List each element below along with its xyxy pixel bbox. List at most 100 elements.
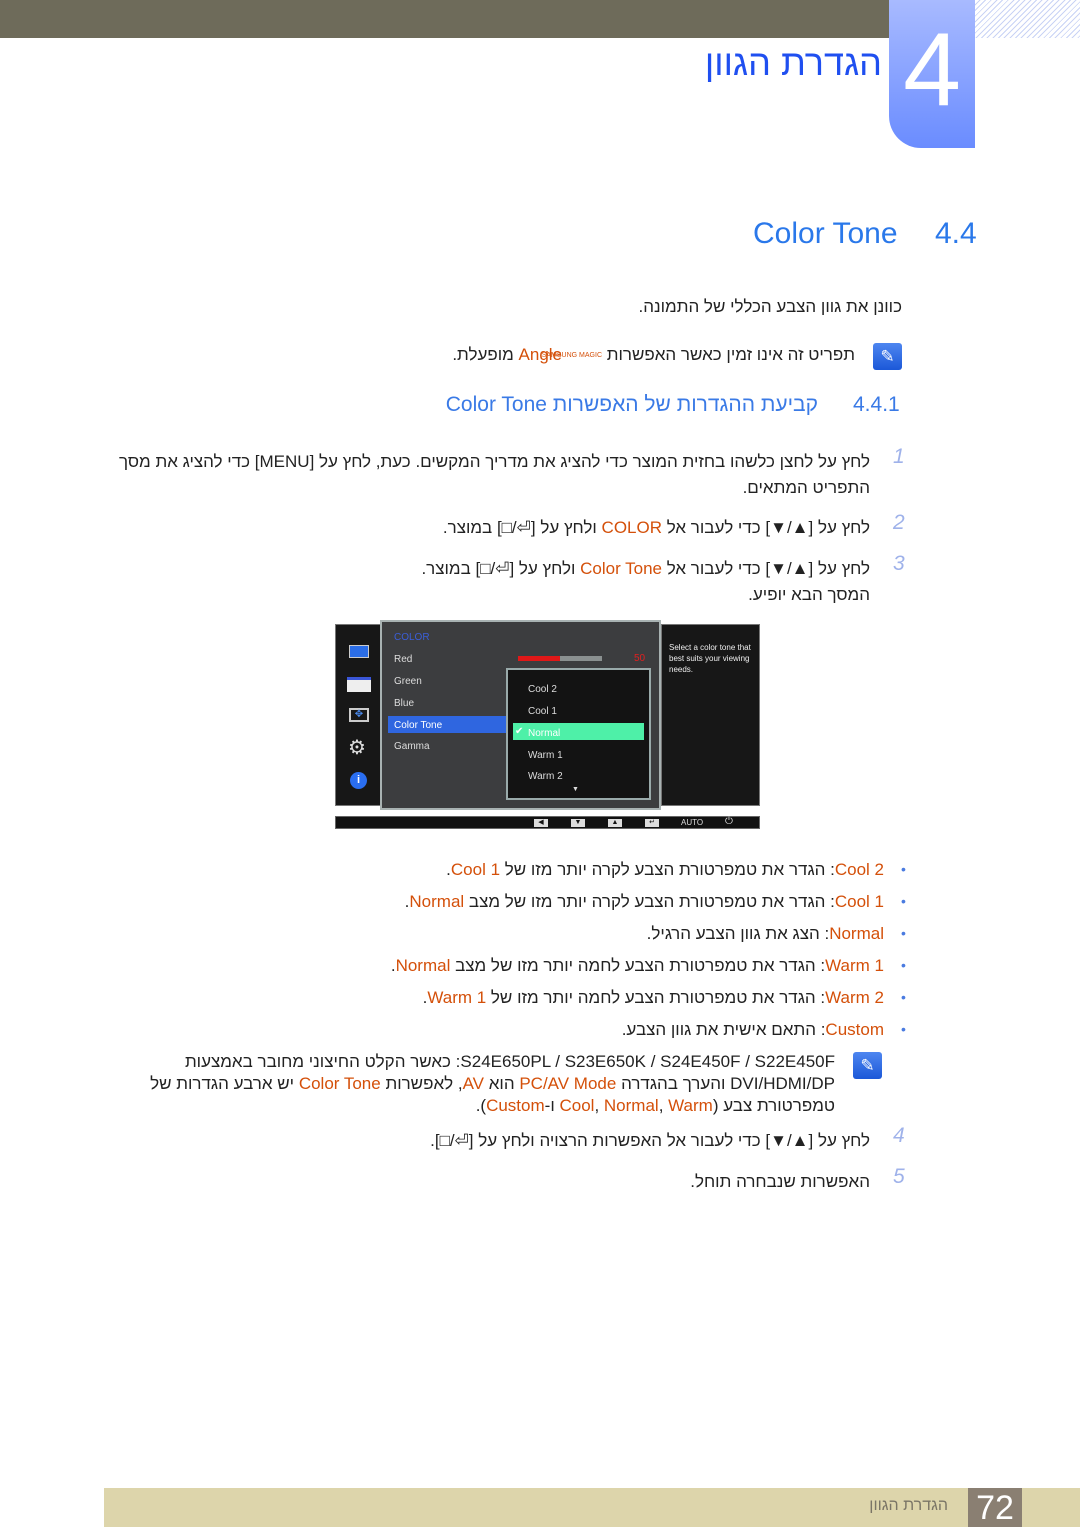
- text-segment: : הגדר את טמפרטורת הצבע לקרה יותר מזו של…: [464, 892, 835, 911]
- text-segment: תפריט זה אינו זמין כאשר האפשרות: [602, 345, 855, 364]
- osd-menu-title: COLOR: [394, 632, 430, 643]
- note-text: DVI/HDMI/DP והערך בהגדרה PC/AV Mode הוא …: [150, 1073, 835, 1095]
- step-number: 1: [893, 445, 905, 468]
- bullet-icon: •: [901, 893, 906, 909]
- step-number: 3: [893, 552, 905, 575]
- text-segment: ).: [475, 1096, 487, 1115]
- magic-logo: SAMSUNG MAGIC: [541, 352, 603, 360]
- down-key-icon: ▼: [571, 819, 585, 827]
- highlight-term: Warm: [668, 1096, 713, 1115]
- text-segment: : הגדר את טמפרטורת הצבע לחמה יותר מזו של: [486, 988, 826, 1007]
- text-segment: ,: [658, 1096, 669, 1115]
- osd-item-gamma: Gamma: [394, 741, 430, 752]
- option-cool-2: Cool 2: [528, 684, 557, 695]
- text-segment: : התאם אישית את גוון הצבע.: [621, 1020, 826, 1039]
- option-warm-2: Warm 2: [528, 771, 563, 782]
- highlight-term: Cool 1: [834, 892, 884, 911]
- list-item: Cool 2: הגדר את טמפרטורת הצבע לקרה יותר …: [446, 859, 884, 881]
- red-value: 50: [634, 653, 646, 664]
- step-text: המסך הבא יופיע.: [748, 584, 870, 606]
- highlight-term: Custom: [825, 1020, 884, 1039]
- note-icon: ✎: [853, 1052, 882, 1079]
- note-icon: ✎: [873, 343, 902, 370]
- text-segment: מופעלת.: [452, 345, 519, 364]
- gear-icon: ⚙: [348, 737, 366, 759]
- step-number: 4: [893, 1124, 905, 1147]
- osd-screenshot: ✥ ⚙ i COLOR Red Green Blue Color Tone Ga…: [335, 620, 760, 830]
- text-segment: : הגדר את טמפרטורת הצבע לחמה יותר מזו של…: [450, 956, 826, 975]
- highlight-term: AV: [462, 1074, 485, 1093]
- highlight-term: Warm 2: [825, 988, 884, 1007]
- page-number: 72: [968, 1488, 1022, 1527]
- option-normal: Normal: [528, 728, 561, 739]
- highlight-term: Normal: [829, 924, 884, 943]
- text-segment: לחץ על לחצן כלשהו בחזית המוצר כדי להציג …: [118, 452, 870, 471]
- step-text: התפריט המתאים.: [743, 477, 870, 499]
- text-segment: ולחץ על [⏎/□] במוצר.: [421, 559, 581, 578]
- note-text: S24E650PL / S23E650K / S24E450F / S22E45…: [185, 1051, 835, 1073]
- list-item: Warm 1: הגדר את טמפרטורת הצבע לחמה יותר …: [391, 955, 884, 977]
- footer-chapter-label: הגדרת הגוון: [869, 1497, 948, 1514]
- section-number: 4.4: [935, 217, 977, 250]
- list-item: Custom: התאם אישית את גוון הצבע.: [622, 1019, 884, 1041]
- text-segment: DVI/HDMI/DP והערך בהגדרה: [616, 1074, 835, 1093]
- hatch-decoration: [975, 0, 1080, 38]
- option-cool-1: Cool 1: [528, 706, 557, 717]
- monitor-icon: [349, 645, 369, 658]
- highlight-term: Cool 2: [834, 860, 884, 879]
- option-warm-1: Warm 1: [528, 750, 563, 761]
- text-segment: ולחץ על [⏎/□] במוצר.: [442, 518, 602, 537]
- subsection-number: 4.4.1: [853, 393, 900, 416]
- osd-item-red: Red: [394, 654, 413, 665]
- bullet-icon: •: [901, 1021, 906, 1037]
- list-item: Warm 2: הגדר את טמפרטורת הצבע לחמה יותר …: [423, 987, 884, 1009]
- chapter-title: הגדרת הגוון: [704, 42, 882, 83]
- up-key-icon: ▲: [608, 819, 622, 827]
- text-segment: טמפרטורת צבע (: [712, 1096, 835, 1115]
- step-number: 5: [893, 1165, 905, 1188]
- highlight-term: Normal: [603, 1096, 659, 1115]
- osd-item-green: Green: [394, 676, 422, 687]
- highlight-term: Cool 1: [450, 860, 501, 879]
- chapter-number: 4: [889, 0, 975, 148]
- osd-button-bar: ◀ ▼ ▲ ↵ AUTO ⏻: [335, 816, 760, 829]
- bullet-icon: •: [901, 925, 906, 941]
- note-text: תפריט זה אינו זמין כאשר האפשרות SAMSUNG …: [452, 344, 855, 366]
- highlight-term: Color Tone: [580, 559, 663, 578]
- left-key-icon: ◀: [534, 819, 548, 827]
- highlight-term: Cool: [559, 1096, 595, 1115]
- auto-key: AUTO: [681, 818, 704, 827]
- step-text: לחץ על לחצן כלשהו בחזית המוצר כדי להציג …: [119, 451, 870, 473]
- highlight-term: Normal: [409, 892, 465, 911]
- section-title: Color Tone: [753, 217, 898, 250]
- text-segment: לחץ על [▲/▼] כדי לעבור אל: [662, 518, 870, 537]
- text-segment: לחץ על [▲/▼] כדי לעבור אל האפשרות הרצויה…: [430, 1131, 870, 1150]
- color-tone-dropdown: Cool 2 Cool 1 ✔ Normal Warm 1 Warm 2 ▼: [506, 668, 651, 800]
- red-slider: [518, 656, 602, 661]
- power-icon: ⏻: [725, 816, 733, 827]
- highlight-term: Normal: [395, 956, 451, 975]
- highlight-term: Warm 1: [825, 956, 884, 975]
- text-segment: S24E650PL / S23E650K / S24E450F / S22E45…: [184, 1052, 835, 1071]
- note-text: טמפרטורת צבע (Cool, Normal, Warm ו-Custo…: [476, 1095, 835, 1117]
- text-segment: , לאפשרות: [380, 1074, 463, 1093]
- intro-text: כוונן את גוון הצבע הכללי של התמונה.: [638, 297, 902, 316]
- top-bar: [0, 0, 889, 38]
- step-text: לחץ על [▲/▼] כדי לעבור אל Color Tone ולח…: [421, 558, 870, 580]
- highlight-term: Custom: [486, 1096, 545, 1115]
- bullet-icon: •: [901, 957, 906, 973]
- highlight-term: COLOR: [601, 518, 663, 537]
- info-icon: i: [350, 772, 367, 789]
- text-segment: האפשרות שנבחרה תוחל.: [690, 1172, 870, 1191]
- text-segment: ,: [594, 1096, 604, 1115]
- text-segment: המסך הבא יופיע.: [748, 585, 870, 604]
- list-item: Cool 1: הגדר את טמפרטורת הצבע לקרה יותר …: [405, 891, 884, 913]
- osd-help-text: Select a color tone that best suits your…: [661, 624, 760, 806]
- text-segment: יש ארבע הגדרות של: [150, 1074, 299, 1093]
- list-item: Normal: הצג את גוון הצבע הרגיל.: [647, 923, 884, 945]
- osd-item-blue: Blue: [394, 698, 415, 709]
- enter-key-icon: ↵: [645, 819, 659, 827]
- step-text: האפשרות שנבחרה תוחל.: [690, 1171, 870, 1193]
- size-position-icon: ✥: [349, 708, 369, 722]
- osd-icon-panel: ✥ ⚙ i: [335, 624, 381, 806]
